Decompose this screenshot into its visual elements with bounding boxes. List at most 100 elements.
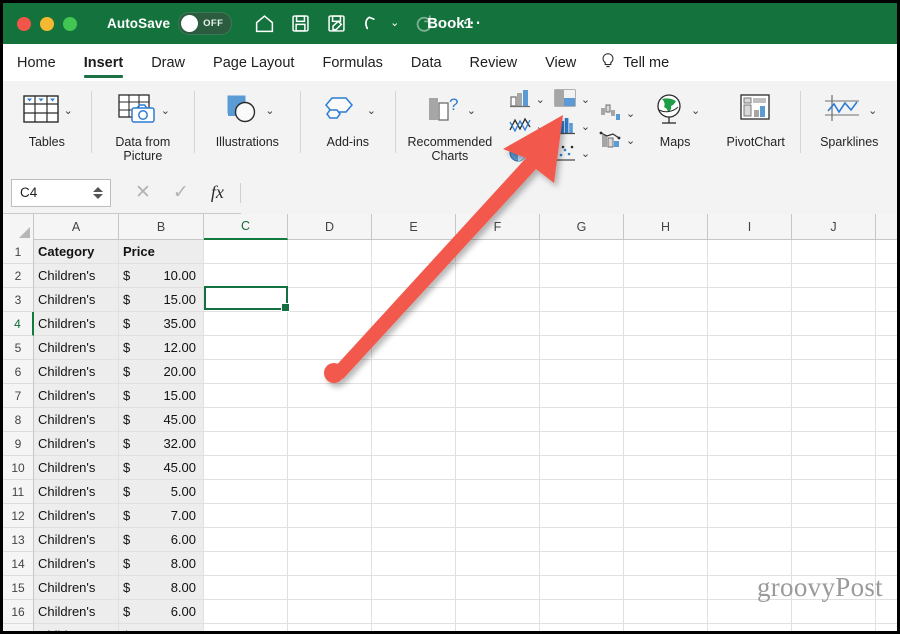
cell-empty[interactable] [288,432,372,456]
table-row[interactable]: 3Children's$15.00 [3,288,897,312]
cell-price[interactable]: $8.00 [119,576,204,600]
cell-empty[interactable] [708,528,792,552]
cell-empty[interactable] [876,336,897,360]
ribbon-group-illustrations[interactable]: ⌄ Illustrations [195,81,300,172]
confirm-formula-icon[interactable]: ✓ [173,183,189,202]
cell-empty[interactable] [204,360,288,384]
cell-price[interactable]: Price [119,240,204,264]
cell-empty[interactable] [288,312,372,336]
cell-empty[interactable] [708,552,792,576]
table-row[interactable]: 14Children's$8.00 [3,552,897,576]
cell-empty[interactable] [372,408,456,432]
table-row[interactable]: 17Children's$9.00 [3,624,897,631]
scatter-chart-dropdown-icon[interactable]: ⌄ [581,149,590,160]
cell-empty[interactable] [372,600,456,624]
cell-empty[interactable] [624,600,708,624]
cell-empty[interactable] [792,384,876,408]
cell-empty[interactable] [372,264,456,288]
table-row[interactable]: 10Children's$45.00 [3,456,897,480]
cell-empty[interactable] [456,576,540,600]
cell-empty[interactable] [372,384,456,408]
cell-empty[interactable] [876,360,897,384]
ribbon-group-sparklines[interactable]: ⌄ Sparklines [801,81,897,172]
recommended-charts-icon[interactable]: ? [424,92,464,131]
close-button[interactable] [17,17,31,31]
cell-empty[interactable] [876,408,897,432]
row-header[interactable]: 7 [3,384,34,408]
cell-empty[interactable] [624,264,708,288]
cell-empty[interactable] [708,312,792,336]
cell-empty[interactable] [288,504,372,528]
cell-empty[interactable] [876,528,897,552]
cell-empty[interactable] [876,504,897,528]
cell-empty[interactable] [540,240,624,264]
cell-category[interactable]: Children's [34,528,119,552]
autosave-control[interactable]: AutoSave OFF [107,12,232,35]
cell-price[interactable]: $7.00 [119,504,204,528]
cell-price[interactable]: $8.00 [119,552,204,576]
cell-empty[interactable] [372,312,456,336]
illustrations-icon[interactable] [220,92,262,131]
cell-empty[interactable] [624,312,708,336]
cell-empty[interactable] [204,552,288,576]
waterfall-chart-dropdown-icon[interactable]: ⌄ [626,109,635,120]
cell-empty[interactable] [204,504,288,528]
table-row[interactable]: 2Children's$10.00 [3,264,897,288]
cell-price[interactable]: $6.00 [119,528,204,552]
cell-category[interactable]: Children's [34,384,119,408]
table-row[interactable]: 13Children's$6.00 [3,528,897,552]
name-box[interactable]: C4 [11,179,111,207]
cell-empty[interactable] [876,552,897,576]
cell-price[interactable]: $15.00 [119,288,204,312]
cell-empty[interactable] [456,480,540,504]
pivotchart-icon[interactable] [736,92,776,131]
table-row[interactable]: 16Children's$6.00 [3,600,897,624]
cell-empty[interactable] [288,408,372,432]
column-header-b[interactable]: B [119,214,204,240]
cell-empty[interactable] [288,480,372,504]
column-header-f[interactable]: F [456,214,540,240]
ribbon-group-maps[interactable]: ⌄ Maps [639,81,711,172]
cell-category[interactable]: Children's [34,576,119,600]
window-controls[interactable] [17,17,77,31]
chart-item-histogram[interactable]: ⌄ [553,115,590,140]
row-header[interactable]: 9 [3,432,34,456]
cell-category[interactable]: Children's [34,336,119,360]
cell-empty[interactable] [372,624,456,631]
cell-empty[interactable] [624,624,708,631]
cell-category[interactable]: Children's [34,288,119,312]
zoom-button[interactable] [63,17,77,31]
more-options-icon[interactable]: ⋯ [462,14,482,33]
cell-empty[interactable] [708,336,792,360]
row-header[interactable]: 4 [3,312,34,336]
cell-price[interactable]: $45.00 [119,408,204,432]
cell-empty[interactable] [792,600,876,624]
cell-empty[interactable] [792,552,876,576]
cell-empty[interactable] [792,264,876,288]
cell-empty[interactable] [540,624,624,631]
combo-chart-icon[interactable] [598,129,622,154]
sparklines-icon[interactable] [821,92,865,131]
ribbon-group-pivotchart[interactable]: PivotChart [711,81,801,172]
name-box-stepper[interactable] [89,187,110,199]
cell-empty[interactable] [792,408,876,432]
minimize-button[interactable] [40,17,54,31]
cell-empty[interactable] [288,552,372,576]
cell-empty[interactable] [876,432,897,456]
cell-price[interactable]: $9.00 [119,624,204,631]
cell-empty[interactable] [624,360,708,384]
cell-empty[interactable] [204,432,288,456]
stepper-up-icon[interactable] [93,187,103,192]
cell-empty[interactable] [288,264,372,288]
cell-empty[interactable] [540,384,624,408]
row-header[interactable]: 3 [3,288,34,312]
row-header[interactable]: 1 [3,240,34,264]
cell-category[interactable]: Category [34,240,119,264]
chart-item-hierarchy[interactable]: ⌄ [553,88,590,113]
row-header[interactable]: 8 [3,408,34,432]
cell-empty[interactable] [876,480,897,504]
tab-formulas[interactable]: Formulas [308,44,396,81]
cell-empty[interactable] [708,456,792,480]
cell-empty[interactable] [204,456,288,480]
cell-empty[interactable] [540,360,624,384]
